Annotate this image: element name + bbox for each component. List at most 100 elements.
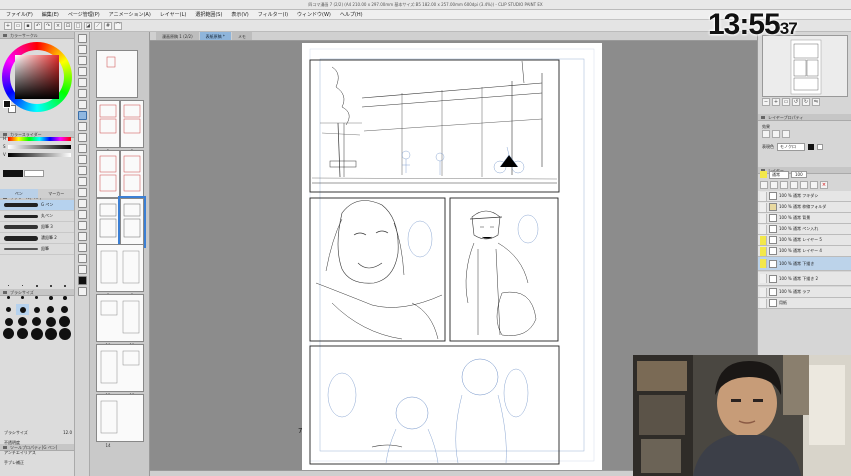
eye-icon[interactable] [760,246,767,256]
brush-size-option[interactable] [16,316,29,327]
fit-icon[interactable]: ▭ [782,98,790,106]
brush-size-option[interactable] [30,316,43,327]
layer-row[interactable]: 100 % 通常 下描き 2 [758,272,851,286]
move-layer-tool-icon[interactable] [77,67,87,76]
eye-icon[interactable] [760,224,767,234]
blend-mode-select[interactable]: 通常 [769,170,789,179]
main-color-swatch[interactable] [3,100,11,108]
redo-icon[interactable]: ↷ [44,21,52,30]
new-vector-layer-icon[interactable] [770,181,778,189]
layer-color-tag-icon[interactable] [760,171,767,178]
menu-edit[interactable]: 編集(E) [42,11,59,18]
brush-size-option[interactable] [44,292,57,303]
zoom-tool-icon[interactable] [77,34,87,43]
page-thumbnail-1[interactable] [96,50,138,98]
operation-tool-icon[interactable] [77,56,87,65]
zoom-in-icon[interactable]: + [772,98,780,106]
border-effect-icon[interactable] [762,130,770,138]
brush-size-option[interactable] [58,292,71,303]
layer-property-header[interactable]: レイヤープロパティ [758,114,851,121]
selection-tool-icon[interactable] [77,78,87,87]
frame-tool-icon[interactable] [77,221,87,230]
brush-size-option[interactable] [2,292,15,303]
clear-icon[interactable]: × [54,21,62,30]
page-thumbnail-4[interactable] [96,150,120,198]
brush-size-option[interactable] [2,316,15,327]
layer-row[interactable]: 用紙 [758,298,851,309]
main-color-icon[interactable] [77,276,87,285]
canvas-tab-memo[interactable]: メモ [231,32,252,40]
airbrush-tool-icon[interactable] [77,144,87,153]
brush-size-option[interactable] [2,280,15,291]
eye-icon[interactable] [760,259,767,268]
flip-icon[interactable]: ⇋ [812,98,820,106]
saturation-slider[interactable]: S [3,144,71,149]
brush-item-pencil-3[interactable]: 鉛筆 3 [0,222,74,233]
rotate-right-icon[interactable]: ↻ [802,98,810,106]
new-file-icon[interactable]: + [4,21,12,30]
layer-row-selected[interactable]: 100 % 通常 下描き [758,257,851,271]
property-opacity[interactable]: 不透明度 [4,438,72,448]
snap-ruler-icon[interactable]: ⟋ [94,21,102,30]
eye-icon[interactable] [760,274,767,283]
menu-page[interactable]: ページ管理(P) [68,11,100,18]
layer-row[interactable]: 100 % 通常 レイヤー 4 [758,246,851,257]
menu-select[interactable]: 選択範囲(S) [195,11,222,18]
brush-size-option[interactable] [44,316,57,327]
manga-page[interactable] [302,43,602,476]
page-thumbnail-10-11[interactable] [96,294,144,342]
correct-line-tool-icon[interactable] [77,265,87,274]
snap-grid-icon[interactable]: # [104,21,112,30]
menu-layer[interactable]: レイヤー(L) [160,11,187,18]
saturation-brightness-square[interactable] [15,55,59,99]
save-icon[interactable]: ▪ [24,21,32,30]
pen-tool-icon[interactable] [77,111,87,120]
undo-icon[interactable]: ↶ [34,21,42,30]
rotate-left-icon[interactable]: ↺ [792,98,800,106]
brush-size-option[interactable] [44,304,57,315]
menu-animation[interactable]: アニメーション(A) [109,11,151,18]
open-folder-icon[interactable]: ▭ [14,21,22,30]
page-thumbnail-6[interactable] [96,198,120,246]
pencil-tool-icon[interactable] [77,122,87,131]
deselect-icon[interactable]: □ [74,21,82,30]
subtool-tab-pen[interactable]: ペン [0,189,38,198]
eye-icon[interactable] [760,202,767,212]
new-folder-icon[interactable] [780,181,788,189]
page-thumbnail-3[interactable] [120,100,144,148]
page-thumbnail-7-selected[interactable] [118,196,146,248]
menu-help[interactable]: ヘルプ(H) [340,11,363,18]
menu-window[interactable]: ウィンドウ(W) [297,11,331,18]
layer-row[interactable]: 100 % 通常 フキダシ [758,191,851,202]
subtool-tab-marker[interactable]: マーカー [37,189,74,198]
brush-size-option[interactable] [58,304,71,315]
figure-tool-icon[interactable] [77,210,87,219]
brush-item-dark-pencil[interactable]: 濃鉛筆 2 [0,233,74,244]
hue-slider[interactable]: H [3,136,71,141]
color-wheel-header[interactable]: カラーサークル [0,32,74,39]
layer-opacity-input[interactable]: 100 [791,171,807,178]
canvas-tab-cover[interactable]: 表紙原稿 * [199,32,231,40]
layer-row[interactable]: 100 % 通常 ラフ [758,287,851,298]
brush-item-pencil[interactable]: 鉛筆 [0,244,74,255]
eye-icon[interactable] [760,298,767,308]
menu-filter[interactable]: フィルター(I) [258,11,288,18]
snap-special-ruler-icon[interactable]: ⌒ [114,21,122,30]
invert-selection-icon[interactable]: ◪ [84,21,92,30]
brush-size-option[interactable] [58,280,71,291]
brush-size-option[interactable] [16,328,29,339]
eye-icon[interactable] [760,235,767,245]
page-thumbnail-14[interactable] [96,394,144,442]
brush-size-option[interactable] [58,316,71,327]
eyedropper-tool-icon[interactable] [77,100,87,109]
menu-file[interactable]: ファイル(F) [6,11,33,18]
eraser-tool-icon[interactable] [77,166,87,175]
navigator-preview[interactable] [762,35,848,97]
layer-color-icon[interactable] [782,130,790,138]
white-color-swatch[interactable] [817,143,823,150]
brush-size-option[interactable] [30,292,43,303]
tone-effect-icon[interactable] [772,130,780,138]
brush-size-option[interactable] [2,304,15,315]
move-tool-icon[interactable] [77,45,87,54]
brush-size-option-selected[interactable] [16,304,29,315]
